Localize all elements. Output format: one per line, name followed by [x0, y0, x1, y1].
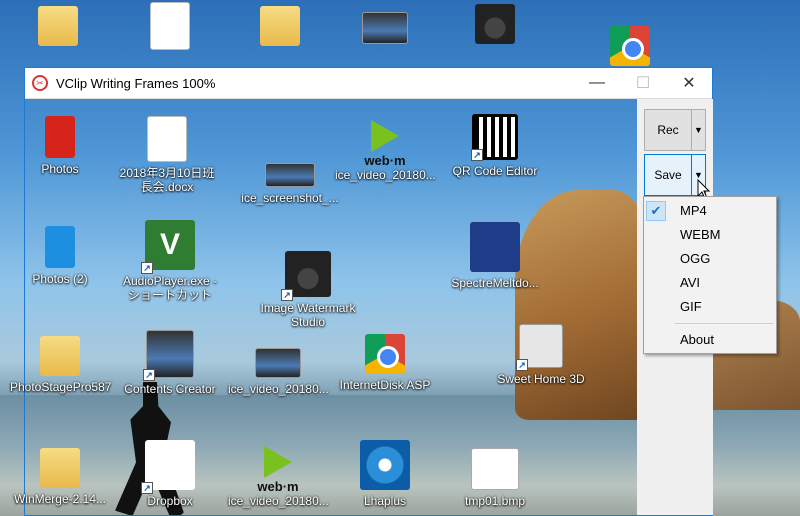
- camera-watermark-icon: ↗: [281, 251, 331, 301]
- desktop-icon-contents[interactable]: ↗ Contents Creator: [120, 330, 220, 396]
- photos-folder-icon: [45, 226, 75, 268]
- save-format-menu: ✔ MP4 WEBM OGG AVI GIF About: [643, 196, 777, 354]
- desktop-icon-watermark[interactable]: ↗ Image Watermark Studio: [258, 251, 358, 329]
- video-thumbnail-icon: [255, 348, 301, 378]
- desktop-icon-webm1[interactable]: web·m ice_video_20180...: [335, 116, 436, 182]
- desktop-icon-screenshot[interactable]: ice_screenshot_...: [240, 163, 340, 205]
- webm-play-icon: [365, 116, 405, 156]
- document-icon: [150, 2, 190, 50]
- chrome-icon: [365, 334, 405, 374]
- close-button[interactable]: ✕: [666, 68, 712, 99]
- webm-play-icon: [258, 442, 298, 482]
- desktop-icon-audioplayer[interactable]: V ↗ AudioPlayer.exe - ショートカット: [120, 220, 220, 302]
- rec-dropdown-arrow-icon[interactable]: ▼: [691, 110, 705, 150]
- menu-item-avi[interactable]: AVI: [644, 271, 776, 295]
- rec-button[interactable]: Rec: [645, 123, 691, 137]
- desktop-icon-qr[interactable]: ↗ QR Code Editor: [445, 114, 545, 178]
- desktop-icon-webm2[interactable]: web·m ice_video_20180...: [228, 442, 329, 508]
- desktop-icon-dropbox[interactable]: ❖ ↗ Dropbox: [120, 440, 220, 508]
- shortcut-arrow-icon: ↗: [141, 482, 153, 494]
- screenshot-thumbnail-icon: [265, 163, 315, 187]
- rec-split-button[interactable]: Rec ▼: [644, 109, 706, 151]
- qr-code-icon: ↗: [471, 114, 518, 161]
- menu-item-about[interactable]: About: [644, 328, 776, 352]
- v-logo-icon: V ↗: [141, 220, 195, 274]
- desktop-icon-internetdisk[interactable]: InternetDisk ASP: [335, 334, 435, 392]
- desktop-icon-chrome-top[interactable]: [580, 26, 680, 70]
- chrome-icon: [610, 26, 650, 66]
- folder-icon: [40, 336, 80, 376]
- desktop-icon-docx[interactable]: W 2018年3月10日班長会.docx: [117, 116, 217, 194]
- word-document-icon: W: [147, 116, 187, 162]
- menu-item-webm[interactable]: WEBM: [644, 223, 776, 247]
- vclip-app-icon: ✂: [32, 75, 48, 91]
- folder-icon: [40, 448, 80, 488]
- shortcut-arrow-icon: ↗: [141, 262, 153, 274]
- lhaplus-icon: [360, 440, 410, 490]
- menu-item-ogg[interactable]: OGG: [644, 247, 776, 271]
- desktop-icon-sweethome[interactable]: ↗ Sweet Home 3D: [491, 324, 591, 386]
- menu-separator: [674, 323, 774, 324]
- desktop-icon-video2[interactable]: ice_video_20180...: [228, 348, 329, 396]
- video-thumbnail-icon: [362, 12, 408, 44]
- shield-chip-icon: [470, 222, 520, 272]
- desktop-icon-doc-top[interactable]: [120, 2, 220, 54]
- desktop-icon-photostage[interactable]: PhotoStagePro587: [10, 336, 111, 394]
- shortcut-arrow-icon: ↗: [143, 369, 155, 381]
- house-icon: ↗: [516, 324, 563, 371]
- camera-icon: [475, 4, 515, 44]
- minimize-button[interactable]: —: [574, 68, 620, 99]
- desktop-icon-camera-top[interactable]: [445, 4, 545, 48]
- photos-icon: [45, 116, 75, 158]
- desktop-icon-photos[interactable]: Photos: [10, 116, 110, 176]
- checkmark-icon: ✔: [646, 201, 666, 221]
- desktop-icon-lhaplus[interactable]: Lhaplus: [335, 440, 435, 508]
- menu-item-mp4[interactable]: ✔ MP4: [644, 199, 776, 223]
- desktop-icon-photos2[interactable]: Photos (2): [10, 226, 110, 286]
- folder-icon: [38, 6, 78, 46]
- vclip-window[interactable]: ✂ VClip Writing Frames 100% — ☐ ✕ Photos…: [10, 67, 713, 516]
- desktop-icon-video-top[interactable]: [335, 12, 435, 48]
- film-reel-icon: ↗: [143, 330, 194, 381]
- desktop-icon-bmp[interactable]: tmp01.bmp: [445, 448, 545, 508]
- shortcut-arrow-icon: ↗: [281, 289, 293, 301]
- shortcut-arrow-icon: ↗: [471, 149, 483, 161]
- shortcut-arrow-icon: ↗: [516, 359, 528, 371]
- dropbox-icon: ❖ ↗: [141, 440, 195, 494]
- desktop-icon-winmerge[interactable]: WinMerge-2.14...: [10, 448, 110, 506]
- desktop-icon-drive-top[interactable]: [230, 6, 330, 50]
- desktop-icon-folder-top[interactable]: [8, 6, 108, 50]
- title-bar[interactable]: ✂ VClip Writing Frames 100% — ☐ ✕: [25, 68, 712, 99]
- google-drive-folder-icon: [260, 6, 300, 46]
- maximize-button[interactable]: ☐: [620, 68, 666, 99]
- bitmap-file-icon: [471, 448, 519, 490]
- menu-item-gif[interactable]: GIF: [644, 295, 776, 319]
- desktop-icon-specter[interactable]: SpectreMeltdo...: [445, 222, 545, 290]
- window-title: VClip Writing Frames 100%: [56, 75, 216, 91]
- save-button[interactable]: Save: [645, 168, 691, 182]
